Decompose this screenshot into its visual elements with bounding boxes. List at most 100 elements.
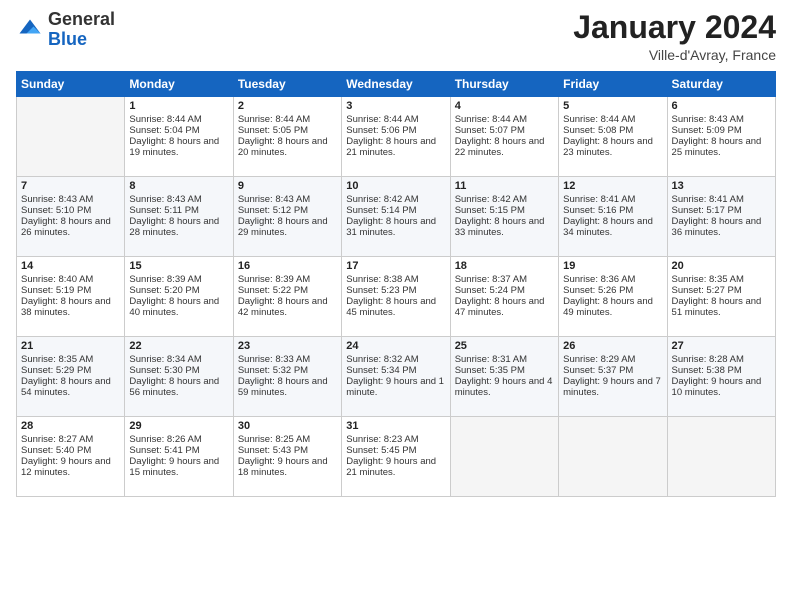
sunset-text: Sunset: 5:35 PM — [455, 365, 554, 376]
sunset-text: Sunset: 5:11 PM — [129, 205, 228, 216]
sunrise-text: Sunrise: 8:41 AM — [563, 194, 662, 205]
daylight-text: Daylight: 9 hours and 15 minutes. — [129, 456, 228, 478]
day-number: 29 — [129, 420, 228, 432]
daylight-text: Daylight: 8 hours and 47 minutes. — [455, 296, 554, 318]
sunset-text: Sunset: 5:24 PM — [455, 285, 554, 296]
col-thursday: Thursday — [450, 72, 558, 97]
calendar-week-5: 28Sunrise: 8:27 AMSunset: 5:40 PMDayligh… — [17, 417, 776, 497]
sunset-text: Sunset: 5:14 PM — [346, 205, 445, 216]
calendar-cell: 9 Sunrise: 8:43 AMSunset: 5:12 PMDaylight… — [233, 177, 341, 257]
day-number: 28 — [21, 420, 120, 432]
calendar-cell: 6Sunrise: 8:43 AMSunset: 5:09 PMDaylight… — [667, 97, 775, 177]
day-number: 30 — [238, 420, 337, 432]
sunset-text: Sunset: 5:23 PM — [346, 285, 445, 296]
calendar-cell: 30Sunrise: 8:25 AMSunset: 5:43 PMDayligh… — [233, 417, 341, 497]
daylight-text: Daylight: 8 hours and 33 minutes. — [455, 216, 554, 238]
day-number: 10 — [346, 180, 445, 192]
sunrise-text: Sunrise: 8:25 AM — [238, 434, 337, 445]
daylight-text: Daylight: 8 hours and 25 minutes. — [672, 136, 771, 158]
daylight-text: Daylight: 8 hours and 26 minutes. — [21, 216, 120, 238]
sunrise-text: Sunrise: 8:44 AM — [455, 114, 554, 125]
logo-general-text: General — [48, 9, 115, 29]
sunrise-text: Sunrise: 8:26 AM — [129, 434, 228, 445]
day-number: 8 — [129, 180, 228, 192]
calendar-week-3: 14Sunrise: 8:40 AMSunset: 5:19 PMDayligh… — [17, 257, 776, 337]
daylight-text: Daylight: 9 hours and 10 minutes. — [672, 376, 771, 398]
daylight-text: Daylight: 8 hours and 45 minutes. — [346, 296, 445, 318]
sunrise-text: Sunrise: 8:28 AM — [672, 354, 771, 365]
day-number: 27 — [672, 340, 771, 352]
sunrise-text: Sunrise: 8:38 AM — [346, 274, 445, 285]
sunset-text: Sunset: 5:20 PM — [129, 285, 228, 296]
month-title: January 2024 — [573, 10, 776, 45]
daylight-text: Daylight: 8 hours and 19 minutes. — [129, 136, 228, 158]
sunrise-text: Sunrise: 8:32 AM — [346, 354, 445, 365]
day-number: 25 — [455, 340, 554, 352]
day-number: 12 — [563, 180, 662, 192]
daylight-text: Daylight: 8 hours and 51 minutes. — [672, 296, 771, 318]
calendar-cell — [450, 417, 558, 497]
calendar-cell: 8Sunrise: 8:43 AMSunset: 5:11 PMDaylight… — [125, 177, 233, 257]
calendar-cell: 2Sunrise: 8:44 AMSunset: 5:05 PMDaylight… — [233, 97, 341, 177]
sunrise-text: Sunrise: 8:34 AM — [129, 354, 228, 365]
sunrise-text: Sunrise: 8:23 AM — [346, 434, 445, 445]
title-block: January 2024 Ville-d'Avray, France — [573, 10, 776, 63]
calendar-cell: 20 Sunrise: 8:35 AMSunset: 5:27 PMDayligh… — [667, 257, 775, 337]
daylight-text: Daylight: 8 hours and 59 minutes. — [238, 376, 337, 398]
day-number: 20 — [672, 260, 771, 272]
sunrise-text: Sunrise: 8:39 AM — [129, 274, 228, 285]
calendar-cell: 18Sunrise: 8:37 AMSunset: 5:24 PMDayligh… — [450, 257, 558, 337]
sunset-text: Sunset: 5:29 PM — [21, 365, 120, 376]
daylight-text: Daylight: 8 hours and 28 minutes. — [129, 216, 228, 238]
calendar-cell: 4Sunrise: 8:44 AMSunset: 5:07 PMDaylight… — [450, 97, 558, 177]
calendar-cell: 24Sunrise: 8:32 AMSunset: 5:34 PMDayligh… — [342, 337, 450, 417]
day-number: 4 — [455, 100, 554, 112]
day-number: 1 — [129, 100, 228, 112]
day-number: 31 — [346, 420, 445, 432]
day-number: 3 — [346, 100, 445, 112]
sunset-text: Sunset: 5:22 PM — [238, 285, 337, 296]
sunset-text: Sunset: 5:12 PM — [238, 205, 337, 216]
sunset-text: Sunset: 5:27 PM — [672, 285, 771, 296]
day-number: 19 — [563, 260, 662, 272]
sunrise-text: Sunrise: 8:43 AM — [672, 114, 771, 125]
calendar-cell: 7Sunrise: 8:43 AMSunset: 5:10 PMDaylight… — [17, 177, 125, 257]
day-number: 11 — [455, 180, 554, 192]
daylight-text: Daylight: 8 hours and 54 minutes. — [21, 376, 120, 398]
calendar-cell — [559, 417, 667, 497]
sunset-text: Sunset: 5:32 PM — [238, 365, 337, 376]
calendar-cell — [667, 417, 775, 497]
sunrise-text: Sunrise: 8:41 AM — [672, 194, 771, 205]
sunrise-text: Sunrise: 8:35 AM — [21, 354, 120, 365]
day-number: 9 — [238, 180, 337, 192]
daylight-text: Daylight: 9 hours and 21 minutes. — [346, 456, 445, 478]
daylight-text: Daylight: 8 hours and 21 minutes. — [346, 136, 445, 158]
daylight-text: Daylight: 9 hours and 12 minutes. — [21, 456, 120, 478]
day-number: 18 — [455, 260, 554, 272]
day-number: 24 — [346, 340, 445, 352]
calendar-cell: 13Sunrise: 8:41 AMSunset: 5:17 PMDayligh… — [667, 177, 775, 257]
sunrise-text: Sunrise: 8:35 AM — [672, 274, 771, 285]
calendar-cell: 29Sunrise: 8:26 AMSunset: 5:41 PMDayligh… — [125, 417, 233, 497]
sunset-text: Sunset: 5:10 PM — [21, 205, 120, 216]
logo: General Blue — [16, 10, 115, 50]
sunset-text: Sunset: 5:06 PM — [346, 125, 445, 136]
daylight-text: Daylight: 8 hours and 29 minutes. — [238, 216, 337, 238]
calendar-cell: 23Sunrise: 8:33 AMSunset: 5:32 PMDayligh… — [233, 337, 341, 417]
daylight-text: Daylight: 8 hours and 40 minutes. — [129, 296, 228, 318]
sunrise-text: Sunrise: 8:29 AM — [563, 354, 662, 365]
calendar-cell: 10Sunrise: 8:42 AMSunset: 5:14 PMDayligh… — [342, 177, 450, 257]
daylight-text: Daylight: 8 hours and 22 minutes. — [455, 136, 554, 158]
col-wednesday: Wednesday — [342, 72, 450, 97]
sunrise-text: Sunrise: 8:43 AM — [238, 194, 337, 205]
calendar-cell: 3Sunrise: 8:44 AMSunset: 5:06 PMDaylight… — [342, 97, 450, 177]
sunrise-text: Sunrise: 8:44 AM — [238, 114, 337, 125]
calendar-cell: 16Sunrise: 8:39 AMSunset: 5:22 PMDayligh… — [233, 257, 341, 337]
sunset-text: Sunset: 5:37 PM — [563, 365, 662, 376]
col-monday: Monday — [125, 72, 233, 97]
sunrise-text: Sunrise: 8:39 AM — [238, 274, 337, 285]
day-number: 15 — [129, 260, 228, 272]
day-number: 14 — [21, 260, 120, 272]
page: General Blue January 2024 Ville-d'Avray,… — [0, 0, 792, 612]
col-tuesday: Tuesday — [233, 72, 341, 97]
